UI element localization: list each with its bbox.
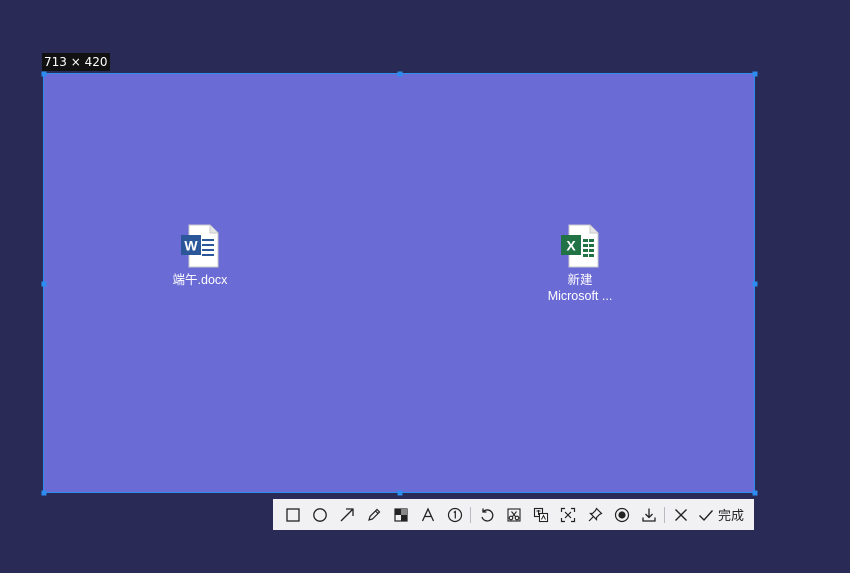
arrow-icon <box>340 507 354 521</box>
undo-icon <box>480 508 493 522</box>
desktop-file-excel[interactable]: X 新建 Microsoft ... <box>535 224 625 304</box>
resize-handle-top-right[interactable] <box>752 71 758 77</box>
file-name-label: 新建 <box>567 273 593 287</box>
download-icon <box>641 508 656 522</box>
resize-handle-left[interactable] <box>41 281 47 287</box>
pin-button[interactable] <box>581 499 608 530</box>
ellipse-tool-button[interactable] <box>306 499 333 530</box>
desktop-file-word[interactable]: W 端午.docx <box>155 224 245 288</box>
word-document-icon: W <box>181 224 219 268</box>
resize-handle-bottom[interactable] <box>397 490 403 496</box>
translate-button[interactable] <box>527 499 554 530</box>
ocr-scan-icon <box>560 507 575 522</box>
resize-handle-top[interactable] <box>397 71 403 77</box>
resize-handle-top-left[interactable] <box>41 71 47 77</box>
resize-handle-right[interactable] <box>752 281 758 287</box>
undo-button[interactable] <box>473 499 500 530</box>
file-name-label-line2: Microsoft ... <box>547 289 613 303</box>
number-marker-tool-button[interactable] <box>441 499 468 530</box>
close-icon <box>674 508 687 521</box>
number-marker-icon <box>447 507 462 522</box>
selection-size-label: 713 × 420 <box>42 53 110 71</box>
done-label: 完成 <box>718 508 745 523</box>
mosaic-tool-button[interactable] <box>387 499 414 530</box>
mosaic-icon <box>393 507 408 522</box>
ocr-scan-button[interactable] <box>554 499 581 530</box>
text-icon <box>421 506 434 521</box>
record-icon <box>614 507 629 522</box>
toolbar-divider <box>470 506 471 523</box>
arrow-tool-button[interactable] <box>333 499 360 530</box>
excel-document-icon: X <box>561 224 599 268</box>
cut-button[interactable] <box>500 499 527 530</box>
cut-icon <box>506 507 521 522</box>
rectangle-tool-button[interactable] <box>279 499 306 530</box>
pencil-icon <box>367 508 380 521</box>
capture-selection-area[interactable]: W 端午.docx X 新建 Microsoft ... <box>41 71 758 496</box>
file-name-label: 端午.docx <box>172 273 228 287</box>
ellipse-icon <box>312 507 327 522</box>
record-button[interactable] <box>608 499 635 530</box>
svg-text:W: W <box>184 238 198 254</box>
resize-handle-bottom-right[interactable] <box>752 490 758 496</box>
download-button[interactable] <box>635 499 662 530</box>
screenshot-toolbar: 完成 <box>273 499 754 530</box>
rectangle-icon <box>285 507 300 522</box>
pin-icon <box>588 506 603 521</box>
pencil-tool-button[interactable] <box>360 499 387 530</box>
text-tool-button[interactable] <box>414 499 441 530</box>
toolbar-divider <box>664 506 665 523</box>
resize-handle-bottom-left[interactable] <box>41 490 47 496</box>
check-icon <box>699 509 714 521</box>
translate-icon <box>533 507 548 522</box>
close-button[interactable] <box>667 499 694 530</box>
svg-text:X: X <box>566 238 576 254</box>
done-button[interactable]: 完成 <box>694 499 750 530</box>
